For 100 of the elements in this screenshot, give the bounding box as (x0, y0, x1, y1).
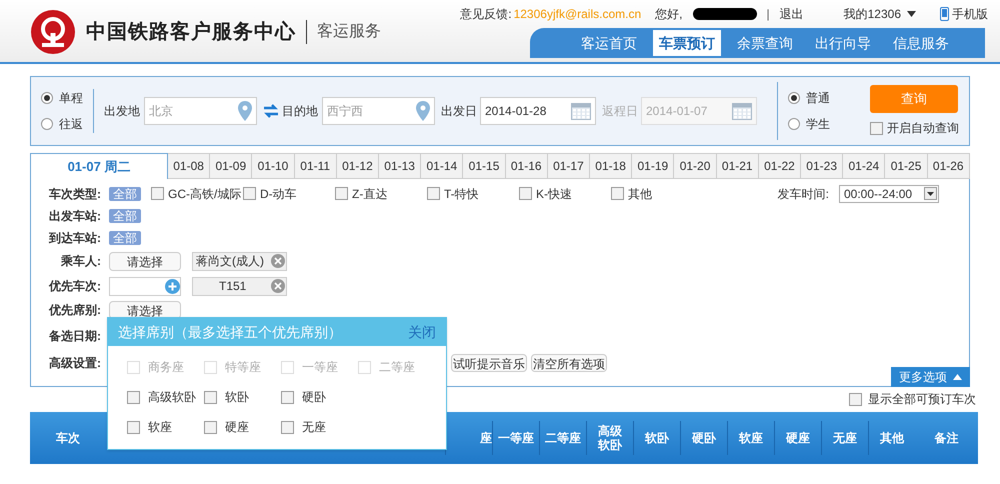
checkbox-label: Z-直达 (352, 186, 388, 202)
checkbox-label: 商务座 (148, 359, 184, 376)
filter-label: 优先席别: (48, 302, 101, 319)
preview-sound-button[interactable]: 试听提示音乐 (451, 354, 527, 372)
separator: | (766, 6, 770, 23)
remove-icon[interactable] (271, 254, 285, 268)
date-tab[interactable]: 01-20 (674, 153, 717, 179)
checkbox[interactable] (849, 392, 862, 406)
calendar-icon (732, 102, 752, 120)
nav-tab[interactable]: 出行向导 (809, 30, 877, 56)
date-tab[interactable]: 01-25 (885, 153, 928, 179)
clear-options-button[interactable]: 清空所有选项 (531, 354, 607, 372)
radio-button[interactable] (788, 92, 800, 104)
column-header: 二等座 (539, 421, 586, 455)
date-tab[interactable]: 01-09 (210, 153, 252, 179)
radio-label: 单程 (59, 90, 83, 107)
checkbox-label: T-特快 (444, 186, 479, 202)
column-header: 硬卧 (680, 421, 727, 455)
popup-title: 选择席别（最多选择五个优先席别） (118, 322, 342, 342)
date-tab[interactable]: 01-18 (590, 153, 632, 179)
radio-label: 往返 (59, 116, 83, 133)
date-tab[interactable]: 01-19 (632, 153, 674, 179)
checkbox[interactable] (127, 390, 140, 404)
checkbox[interactable] (127, 420, 140, 434)
redaction-mark (692, 8, 756, 20)
radio-button[interactable] (41, 92, 53, 104)
remove-icon[interactable] (271, 279, 285, 293)
date-tab[interactable]: 01-11 (294, 153, 337, 179)
date-tab[interactable]: 01-22 (758, 153, 802, 179)
railway-logo (30, 9, 76, 55)
checkbox-label: 其他 (628, 186, 652, 202)
column-header: 高级软卧 (586, 421, 633, 455)
date-tab[interactable]: 01-23 (801, 153, 844, 179)
checkbox[interactable] (870, 122, 883, 134)
date-tab[interactable]: 01-16 (506, 153, 548, 179)
column-header: 车次 (55, 430, 81, 447)
checkbox[interactable] (427, 187, 440, 200)
my-account-link[interactable]: 我的12306 (844, 5, 916, 23)
date-field[interactable]: 2014-01-28 (480, 97, 596, 125)
field-label: 返程日 (602, 103, 638, 120)
checkbox[interactable] (243, 187, 256, 200)
column-header: 无座 (821, 421, 868, 455)
nav-tab[interactable]: 信息服务 (887, 30, 955, 56)
mobile-link[interactable]: 手机版 (940, 5, 988, 23)
column-header: 硬座 (774, 421, 821, 455)
select-passenger-button[interactable]: 请选择 (109, 252, 181, 270)
swap-icon[interactable] (263, 104, 279, 118)
date-tab[interactable]: 01-10 (252, 153, 295, 179)
field-label: 出发地 (104, 103, 140, 120)
checkbox-label: 无座 (302, 419, 326, 436)
filter-label: 优先车次: (48, 278, 101, 295)
date-tab[interactable]: 01-26 (928, 153, 970, 179)
checkbox-label: 特等座 (225, 359, 261, 376)
date-tab[interactable]: 01-08 (168, 153, 210, 179)
location-pin-icon (238, 101, 252, 121)
logout-link[interactable]: 退出 (780, 5, 804, 23)
radio-label: 普通 (806, 90, 830, 107)
checkbox[interactable] (204, 420, 217, 434)
nav-tab[interactable]: 客运首页 (575, 30, 643, 56)
more-options-button[interactable]: 更多选项 (891, 367, 970, 387)
column-header: 软卧 (633, 421, 680, 455)
filter-label: 车次类型: (48, 186, 101, 202)
date-tab[interactable]: 01-07 周二 (30, 153, 168, 179)
date-tab[interactable]: 01-12 (336, 153, 380, 179)
phone-icon (940, 7, 949, 21)
filter-label: 发车时间: (778, 186, 829, 202)
checkbox[interactable] (151, 187, 164, 200)
calendar-icon (571, 102, 591, 120)
nav-tab[interactable]: 余票查询 (731, 30, 799, 56)
checkbox[interactable] (335, 187, 348, 200)
column-header: 软座 (727, 421, 774, 455)
checkbox-label: 开启自动查询 (887, 120, 959, 137)
date-tab[interactable]: 01-13 (379, 153, 422, 179)
column-header: 其他 (868, 421, 915, 455)
checkbox[interactable] (281, 420, 294, 434)
checkbox-label: D-动车 (260, 186, 297, 202)
location-pin-icon (416, 101, 430, 121)
date-tab[interactable]: 01-14 (421, 153, 464, 179)
train-number-field[interactable] (109, 276, 181, 296)
filter-label: 出发车站: (48, 208, 101, 224)
radio-button[interactable] (41, 118, 53, 130)
date-tab[interactable]: 01-21 (716, 153, 759, 179)
checkbox[interactable] (519, 187, 532, 200)
field-label: 目的地 (282, 103, 318, 120)
nav-tab[interactable]: 车票预订 (653, 30, 721, 56)
add-icon[interactable] (165, 278, 180, 294)
date-tab[interactable]: 01-15 (463, 153, 506, 179)
greeting: 您好, (655, 6, 682, 23)
time-select[interactable]: 00:00--24:00 (839, 184, 939, 202)
filter-label: 乘车人: (60, 253, 101, 270)
date-tab[interactable]: 01-17 (548, 153, 590, 179)
date-tab[interactable]: 01-24 (843, 153, 886, 179)
checkbox-label: 二等座 (379, 359, 415, 376)
train-tag: T151 (192, 276, 287, 296)
caret-icon (907, 11, 916, 17)
radio-button[interactable] (788, 118, 800, 130)
checkbox[interactable] (611, 187, 624, 200)
checkbox[interactable] (281, 390, 294, 404)
checkbox-label: 软座 (148, 419, 172, 436)
checkbox[interactable] (204, 390, 217, 404)
